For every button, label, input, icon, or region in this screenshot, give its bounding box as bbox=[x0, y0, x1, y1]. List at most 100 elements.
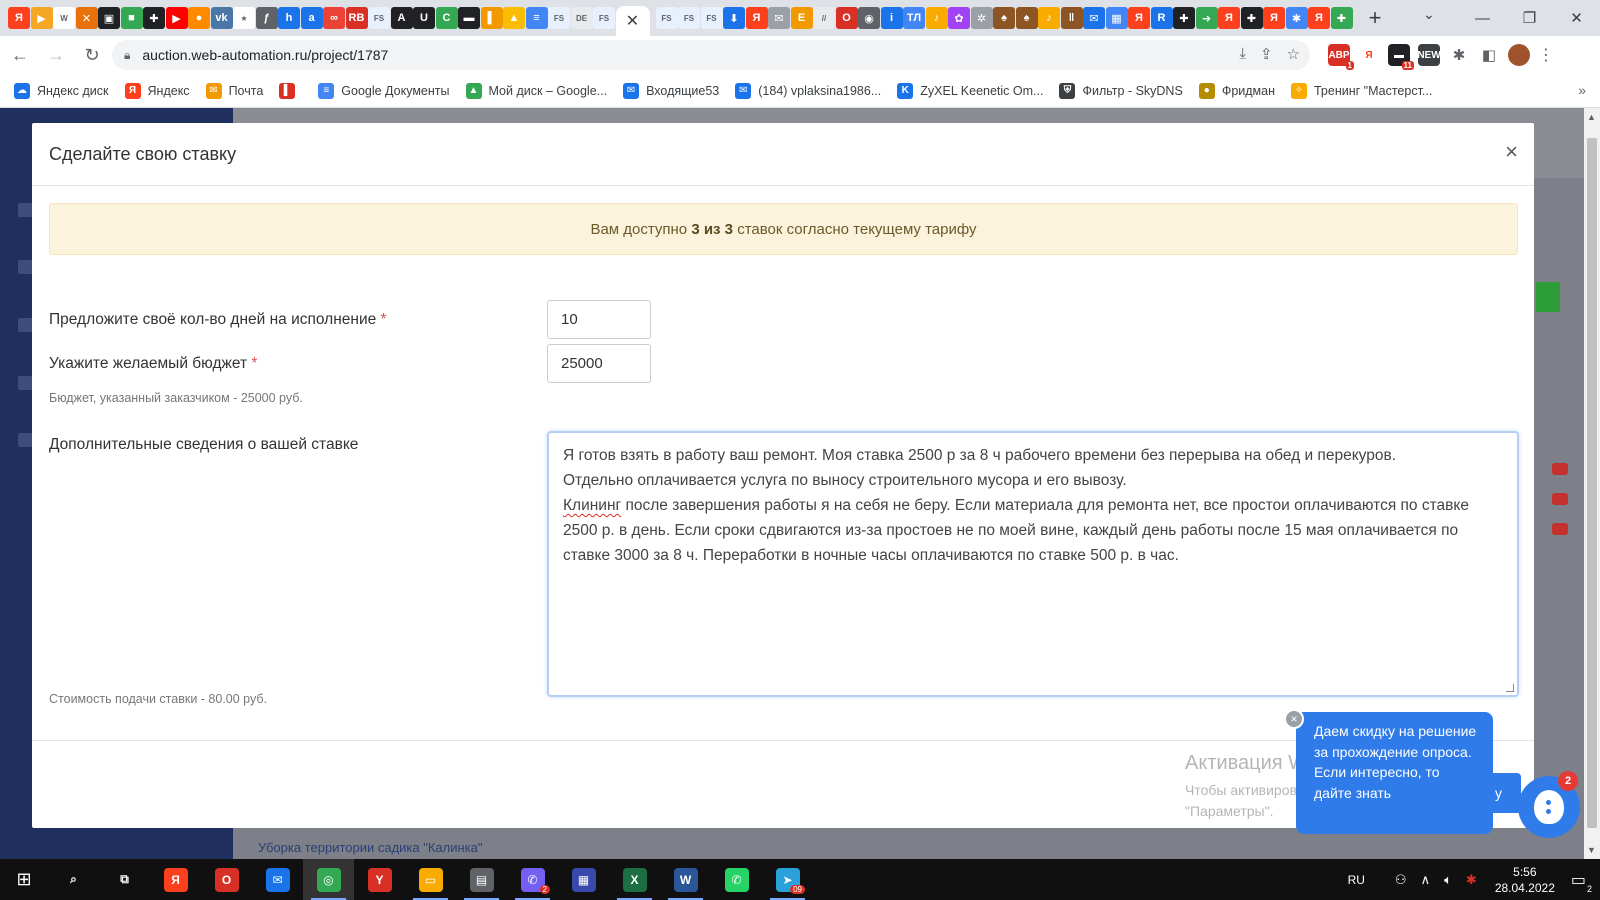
dark-tab-icon[interactable]: ▣ bbox=[98, 7, 120, 29]
bookmark-item[interactable]: ▲ Мой диск – Google... bbox=[465, 82, 607, 99]
grid-tab-icon[interactable]: ▦ bbox=[1105, 7, 1128, 29]
yandex-extension-icon[interactable]: Я bbox=[1358, 44, 1380, 66]
address-bar[interactable]: 🔒︎ auction.web-automation.ru/project/178… bbox=[112, 40, 1310, 70]
bookmark-item[interactable]: ✧ Тренинг "Мастерст... bbox=[1291, 82, 1432, 99]
task-view-taskbar-icon[interactable]: ⧉ bbox=[99, 859, 150, 900]
yandex-tab-icon-5[interactable]: Я bbox=[1263, 7, 1285, 29]
active-tab[interactable]: ✕ bbox=[615, 6, 650, 36]
sidebar-icon[interactable]: ◧ bbox=[1478, 44, 1500, 66]
bookmark-item[interactable]: K ZyXEL Keenetic Om... bbox=[897, 82, 1043, 99]
de-tab-icon[interactable]: DE bbox=[570, 7, 593, 29]
media-taskbar-icon[interactable]: ▦ bbox=[558, 859, 609, 900]
a-tab-icon[interactable]: A bbox=[390, 7, 413, 29]
bookmark-item[interactable]: ☁ Яндекс диск bbox=[14, 82, 109, 99]
chat-tab[interactable]: у bbox=[1493, 773, 1521, 813]
bookmark-item[interactable]: ✉ Входящие53 bbox=[623, 82, 719, 99]
monitor-extension-icon[interactable]: ▬ 11 bbox=[1388, 44, 1414, 70]
yandex-tab-icon-3[interactable]: Я bbox=[1128, 7, 1150, 29]
mail-tab-icon[interactable]: ✉ bbox=[1083, 7, 1105, 29]
telegram-taskbar-icon[interactable]: ➤ 09 bbox=[762, 859, 813, 900]
chart-tab-icon[interactable]: ▌ bbox=[480, 7, 503, 29]
at-tab-icon[interactable]: a bbox=[300, 7, 323, 29]
c-tab-icon[interactable]: C bbox=[435, 7, 458, 29]
chrome-taskbar-icon[interactable]: ◎ bbox=[303, 859, 354, 900]
opera-taskbar-icon[interactable]: O bbox=[201, 859, 252, 900]
bookmark-item[interactable]: ≡ Google Документы bbox=[318, 82, 450, 99]
wifi-tab-icon[interactable]: ◉ bbox=[858, 7, 880, 29]
msg-tab-icon[interactable]: ✉ bbox=[768, 7, 790, 29]
minimize-icon[interactable]: — bbox=[1459, 10, 1506, 27]
x-tab-icon[interactable]: ✕ bbox=[75, 7, 98, 29]
h-tab-icon[interactable]: h bbox=[278, 7, 300, 29]
u-tab-icon[interactable]: U bbox=[413, 7, 435, 29]
bird-tab-icon-2[interactable]: ♠ bbox=[993, 7, 1015, 29]
image-tab-icon[interactable]: ▲ bbox=[503, 7, 525, 29]
forward-icon[interactable]: → bbox=[40, 45, 72, 66]
orange-dot-tab-icon[interactable]: ● bbox=[188, 7, 210, 29]
fs-tab-icon-3[interactable]: FS bbox=[593, 7, 615, 29]
maximize-icon[interactable]: ❐ bbox=[1506, 9, 1553, 27]
rb-tab-icon[interactable]: RB bbox=[345, 7, 368, 29]
reload-icon[interactable]: ↻ bbox=[76, 45, 108, 66]
infinity-tab-icon[interactable]: ∞ bbox=[323, 7, 345, 29]
plus-tab-icon[interactable]: ✚ bbox=[1173, 7, 1195, 29]
download-tab-icon[interactable]: ⬇ bbox=[723, 7, 745, 29]
chat-popup[interactable]: Даем скидку на решение за прохождение оп… bbox=[1296, 712, 1493, 834]
resize-handle[interactable] bbox=[1506, 684, 1514, 692]
bookmark-item[interactable]: ✉ (184) vplaksina1986... bbox=[735, 82, 881, 99]
word-taskbar-icon[interactable]: W bbox=[660, 859, 711, 900]
page-scrollbar[interactable]: ▲ ▼ bbox=[1584, 108, 1600, 859]
excel-taskbar-icon[interactable]: X bbox=[609, 859, 660, 900]
notification-center-icon[interactable]: ▭ 2 bbox=[1571, 870, 1592, 894]
flower-tab-icon[interactable]: ✿ bbox=[948, 7, 970, 29]
bar-tab-icon[interactable]: ‖ bbox=[1060, 7, 1083, 29]
chevron-up-icon[interactable]: ∧ bbox=[1421, 872, 1431, 888]
scroll-up-icon[interactable]: ▲ bbox=[1587, 112, 1596, 122]
r-tab-icon[interactable]: R bbox=[1150, 7, 1173, 29]
fs-tab-icon-2[interactable]: FS bbox=[548, 7, 570, 29]
tab-search-icon[interactable]: ⌄ bbox=[1423, 6, 1435, 23]
explorer-taskbar-icon[interactable]: ▭ bbox=[405, 859, 456, 900]
arrow-tab-icon[interactable]: ➜ bbox=[1195, 7, 1218, 29]
doc-tab-icon[interactable]: ≡ bbox=[525, 7, 548, 29]
new-extension-icon[interactable]: NEW bbox=[1417, 44, 1441, 66]
star-tab-icon[interactable]: ★ bbox=[233, 7, 255, 29]
budget-input[interactable]: 25000 bbox=[547, 344, 651, 383]
green-tab-icon[interactable]: ■ bbox=[120, 7, 143, 29]
bw-tab-icon[interactable]: ▬ bbox=[458, 7, 480, 29]
yandex-tab-icon-6[interactable]: Я bbox=[1308, 7, 1330, 29]
bird-tab-icon[interactable]: ♪ bbox=[925, 7, 948, 29]
plus-box-tab-icon[interactable]: ✚ bbox=[1330, 7, 1353, 29]
plus-circle-tab-icon[interactable]: ✚ bbox=[143, 7, 165, 29]
more-bookmarks-icon[interactable]: » bbox=[1578, 82, 1586, 98]
bookmark-item[interactable]: ⛨ Фильтр - SkyDNS bbox=[1059, 82, 1183, 99]
slash-tab-icon[interactable]: // bbox=[813, 7, 835, 29]
adblock-extension-icon[interactable]: ABP 1 bbox=[1328, 44, 1354, 70]
puzzle-extensions-icon[interactable]: ✱ bbox=[1448, 44, 1470, 66]
yandex-taskbar-icon[interactable]: Я bbox=[150, 859, 201, 900]
plus-tab-icon-2[interactable]: ✚ bbox=[1240, 7, 1263, 29]
volume-icon[interactable]: 🔈︎ bbox=[1444, 872, 1452, 888]
gear-tab-icon[interactable]: ✱ bbox=[1285, 7, 1308, 29]
fs-tab-icon-6[interactable]: FS bbox=[700, 7, 723, 29]
wikipedia-tab-icon[interactable]: W bbox=[53, 7, 75, 29]
vk-tab-icon[interactable]: vk bbox=[210, 7, 233, 29]
back-icon[interactable]: ← bbox=[4, 45, 36, 66]
whatsapp-taskbar-icon[interactable]: ✆ bbox=[711, 859, 762, 900]
bookmark-item[interactable]: Я Яндекс bbox=[124, 82, 190, 99]
scroll-thumb[interactable] bbox=[1587, 138, 1597, 828]
days-input[interactable]: 10 bbox=[547, 300, 651, 339]
lock-icon[interactable]: 🔒︎ bbox=[124, 48, 130, 63]
chat-close-icon[interactable]: × bbox=[1284, 709, 1304, 729]
bookmark-star-icon[interactable]: ☆ bbox=[1287, 45, 1300, 63]
yandex-tab-icon[interactable]: Я bbox=[8, 7, 30, 29]
language-indicator[interactable]: RU bbox=[1348, 873, 1365, 887]
new-tab-button[interactable]: + bbox=[1363, 5, 1387, 31]
close-icon[interactable]: × bbox=[1505, 141, 1518, 163]
close-window-icon[interactable]: ✕ bbox=[1553, 9, 1600, 27]
opera-tab-icon[interactable]: O bbox=[835, 7, 858, 29]
windows-start-icon[interactable]: ⊞ bbox=[0, 869, 48, 890]
install-icon[interactable]: ⤓ bbox=[1239, 45, 1246, 63]
details-textarea[interactable]: Я готов взять в работу ваш ремонт. Моя с… bbox=[547, 431, 1519, 697]
browser-menu-icon[interactable]: ⋮ bbox=[1538, 45, 1554, 65]
